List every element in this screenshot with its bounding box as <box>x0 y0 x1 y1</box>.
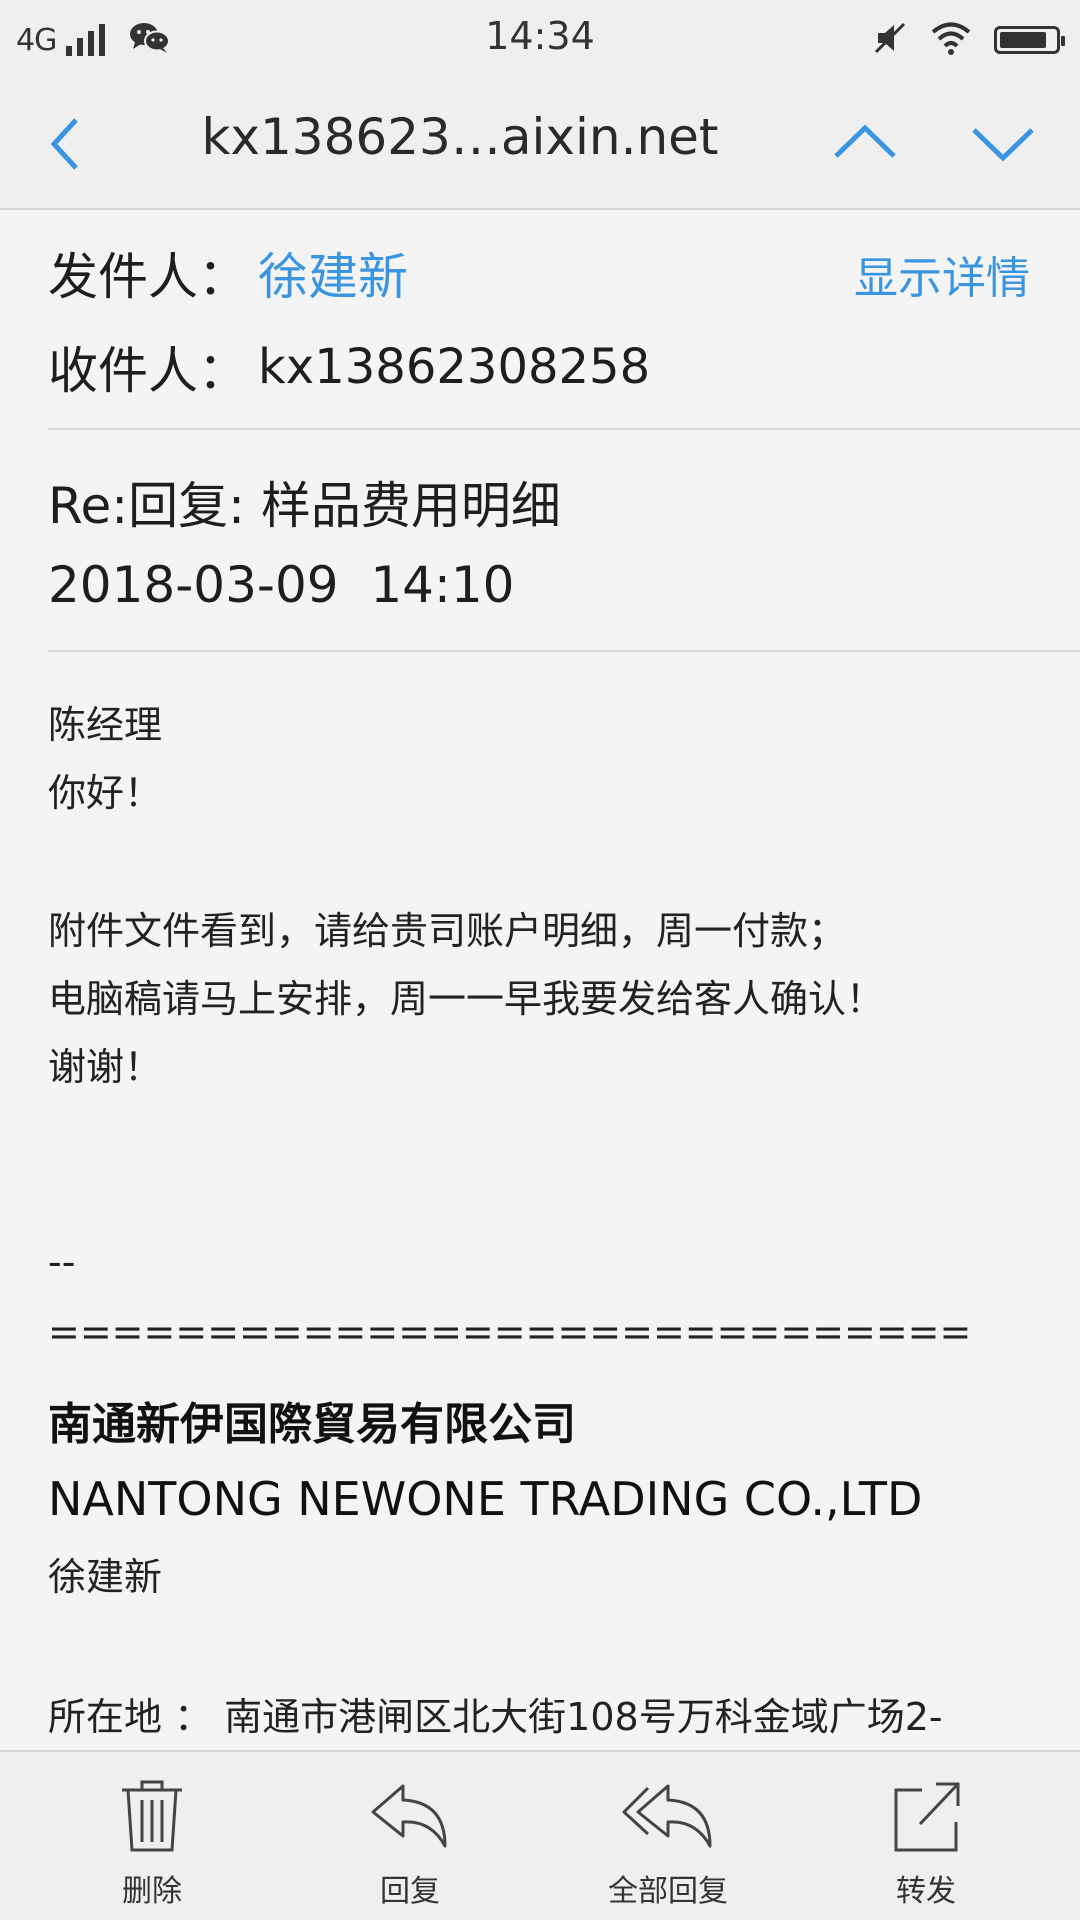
body-line: 电脑稿请马上安排，周一一早我要发给客人确认！ <box>48 977 885 1021</box>
reply-label: 回复 <box>380 1874 440 1909</box>
signature-name: 徐建新 <box>48 1555 163 1599</box>
signature-rule: ============================= <box>48 1310 972 1354</box>
reply-icon <box>371 1784 447 1848</box>
sender-name-link[interactable]: 徐建新 <box>258 237 408 309</box>
signature-address: 所在地 ： 南通市港闸区北大街108号万科金域广场2- <box>48 1695 943 1739</box>
show-details-link[interactable]: 显示详情 <box>854 242 1030 306</box>
reply-button[interactable]: 回复 <box>320 1776 500 1916</box>
battery-level <box>1000 32 1046 48</box>
nav-bar: kx138623…aixin.net <box>0 80 1080 210</box>
company-name-cn: 南通新伊国際貿易有限公司 <box>48 1399 576 1450</box>
delete-label: 删除 <box>122 1874 182 1909</box>
recipient-value[interactable]: kx13862308258 <box>258 339 650 395</box>
back-icon[interactable] <box>44 110 104 178</box>
bottom-toolbar: 删除 回复 全部回复 转发 <box>0 1750 1080 1920</box>
body-line: 你好！ <box>48 771 163 815</box>
forward-button[interactable]: 转发 <box>836 1776 1016 1916</box>
trash-icon <box>122 1780 182 1852</box>
status-right <box>872 16 1065 64</box>
sender-row: 发件人： 徐建新 <box>48 238 408 308</box>
subject-divider <box>48 650 1080 652</box>
body-line: 谢谢！ <box>48 1045 163 1089</box>
delete-button[interactable]: 删除 <box>62 1776 242 1916</box>
body-line: 陈经理 <box>48 703 163 747</box>
reply-all-button[interactable]: 全部回复 <box>578 1776 758 1916</box>
recipient-row: 收件人： kx13862308258 <box>48 332 650 402</box>
wifi-icon <box>930 21 972 59</box>
next-mail-icon[interactable] <box>968 110 1038 178</box>
company-name-en: NANTONG NEWONE TRADING CO.,LTD <box>48 1472 923 1526</box>
battery-icon <box>994 26 1065 54</box>
signature-dash: -- <box>48 1240 76 1284</box>
recipient-label: 收件人： <box>48 342 248 400</box>
nav-title: kx138623…aixin.net <box>201 108 719 166</box>
status-bar: 4G 14:34 <box>0 0 1080 80</box>
reply-all-label: 全部回复 <box>608 1874 728 1909</box>
mail-datetime: 2018-03-09 14:10 <box>48 556 515 614</box>
mail-reader-screen: 4G 14:34 kx138623…aixin.net 发件人： 徐建新 显示详… <box>0 0 1080 1920</box>
reply-all-icon <box>622 1784 712 1848</box>
mail-subject: Re:回复: 样品费用明细 <box>48 477 561 535</box>
forward-icon <box>894 1782 960 1852</box>
forward-label: 转发 <box>896 1874 956 1909</box>
previous-mail-icon[interactable] <box>830 110 900 178</box>
header-divider <box>48 428 1080 430</box>
mute-icon <box>872 20 908 60</box>
sender-label: 发件人： <box>48 248 248 306</box>
body-line: 附件文件看到，请给贵司账户明细，周一付款； <box>48 909 847 953</box>
